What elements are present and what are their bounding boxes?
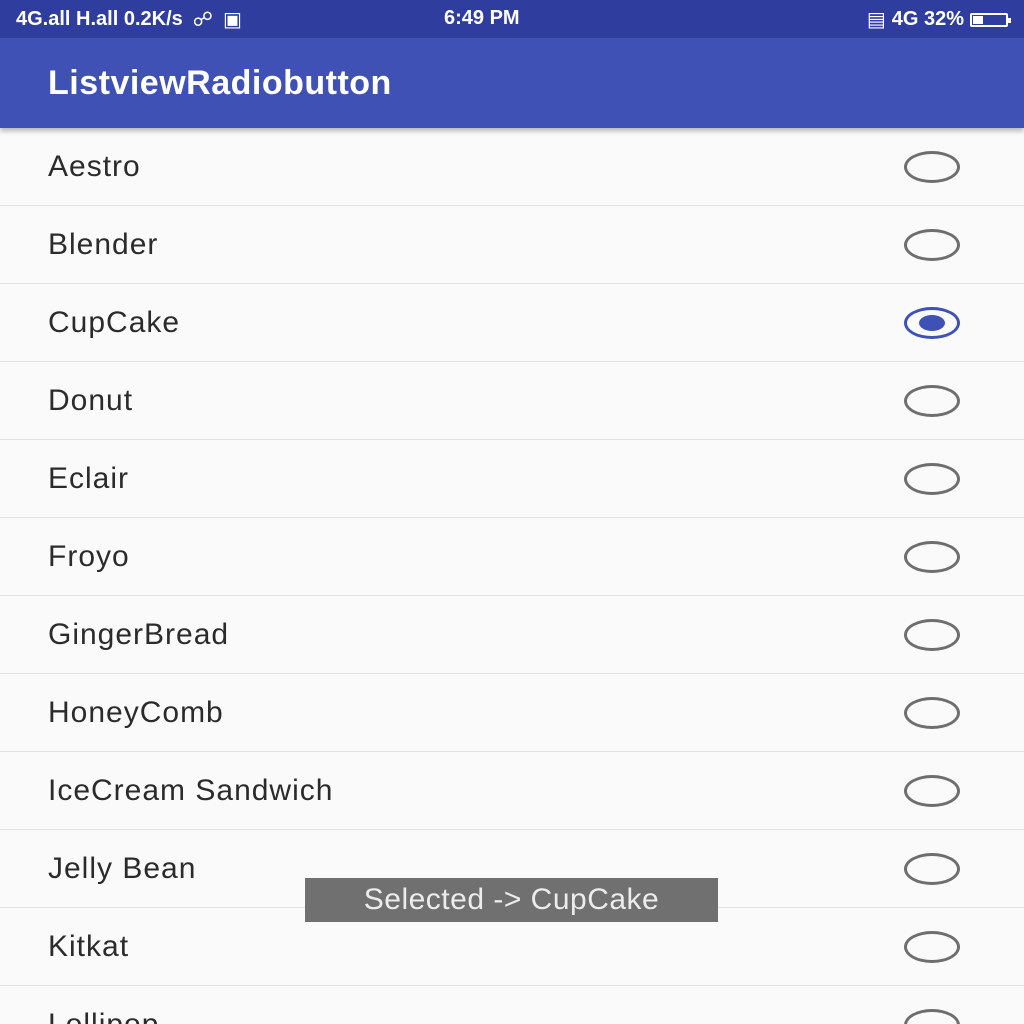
list-item[interactable]: HoneyComb <box>0 674 1024 752</box>
radio-dot <box>919 315 945 331</box>
radio-button[interactable] <box>904 775 960 807</box>
list-item-label: Donut <box>48 384 134 417</box>
radio-button[interactable] <box>904 463 960 495</box>
signal-status-text: 4G.all H.all 0.2K/s <box>16 8 183 30</box>
network-battery-text: 4G 32% <box>891 8 964 30</box>
battery-icon <box>970 12 1011 27</box>
list-item-label: Eclair <box>48 462 130 495</box>
status-bar: 4G.all H.all 0.2K/s ☍ ▣ 6:49 PM ▤ 4G 32% <box>0 0 1024 38</box>
status-time: 6:49 PM <box>444 7 520 29</box>
list-item[interactable]: Lollipop <box>0 986 1024 1024</box>
usb-icon: ☍ <box>192 9 214 31</box>
list-item-label: Kitkat <box>48 930 130 963</box>
status-right: ▤ 4G 32% <box>866 7 1011 32</box>
radio-button[interactable] <box>904 151 960 183</box>
app-bar: ListviewRadiobutton <box>0 38 1024 128</box>
app-title: ListviewRadiobutton <box>48 64 392 102</box>
list-item[interactable]: IceCream Sandwich <box>0 752 1024 830</box>
radio-button[interactable] <box>904 229 960 261</box>
list-item[interactable]: Eclair <box>0 440 1024 518</box>
list-item[interactable]: GingerBread <box>0 596 1024 674</box>
list-item-label: GingerBread <box>48 618 230 651</box>
radio-button[interactable] <box>904 931 960 963</box>
radio-button[interactable] <box>904 307 960 339</box>
notification-icon: ▣ <box>223 9 242 31</box>
radio-button[interactable] <box>904 385 960 417</box>
radio-button[interactable] <box>904 541 960 573</box>
radio-button[interactable] <box>904 697 960 729</box>
list-item[interactable]: Donut <box>0 362 1024 440</box>
list-item[interactable]: Froyo <box>0 518 1024 596</box>
list-item[interactable]: Blender <box>0 206 1024 284</box>
list-item-label: Blender <box>48 228 159 261</box>
status-left: 4G.all H.all 0.2K/s ☍ ▣ <box>16 7 242 32</box>
radio-button[interactable] <box>904 853 960 885</box>
list-item-label: Froyo <box>48 540 130 573</box>
vibrate-icon: ▤ <box>866 9 886 31</box>
list-item-label: IceCream Sandwich <box>48 774 334 807</box>
list-item-label: HoneyComb <box>48 696 224 729</box>
radio-button[interactable] <box>904 619 960 651</box>
list-item[interactable]: CupCake <box>0 284 1024 362</box>
list-item-label: Lollipop <box>48 1008 159 1024</box>
list-item-label: Aestro <box>48 150 141 183</box>
list-item[interactable]: Aestro <box>0 128 1024 206</box>
list-item-label: Jelly Bean <box>48 852 197 885</box>
list-item-label: CupCake <box>48 306 181 339</box>
radio-button[interactable] <box>904 1009 960 1024</box>
toast-message: Selected -> CupCake <box>305 878 718 922</box>
